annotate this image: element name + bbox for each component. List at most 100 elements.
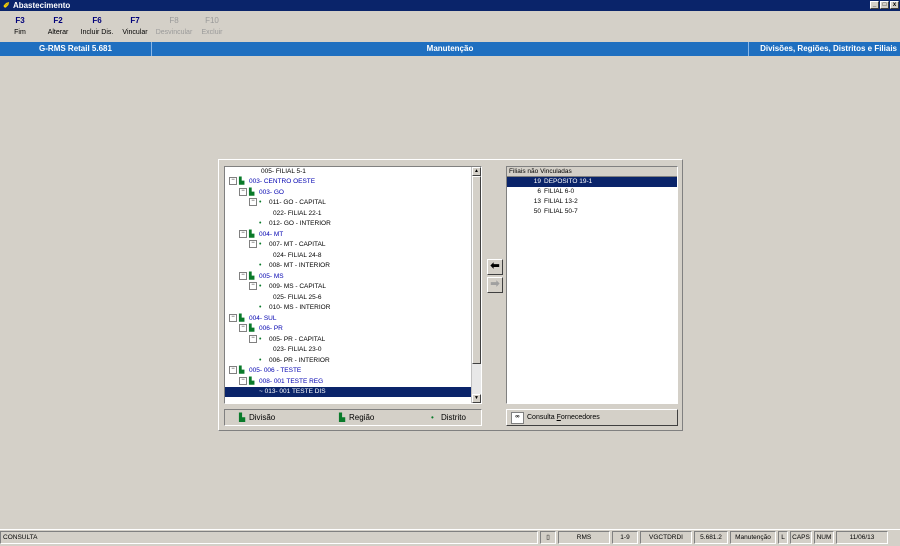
hierarchy-panel: 005- FILIAL 5-1 − ▙ 003- CENTRO OESTE − ▙ 00…	[218, 159, 683, 431]
division-icon: ▙	[239, 367, 245, 374]
list-header: Filiais não Vinculadas	[507, 167, 677, 177]
region-icon: ▙	[249, 325, 255, 332]
function-key-toolbar: F3 Fim F2 Alterar F6 Incluir Dis. F7 Vincula…	[0, 12, 900, 43]
division-icon: ▙	[239, 178, 245, 185]
tree-node[interactable]: − • 009- MS - CAPITAL	[249, 282, 326, 292]
tree-node[interactable]: − ▙ 004- MT	[239, 230, 283, 240]
tree-node[interactable]: − ▙ 005- MS	[239, 272, 284, 282]
status-caps: CAPS	[790, 531, 812, 544]
district-icon: •	[259, 283, 262, 290]
region-icon: ▙	[249, 273, 255, 280]
district-icon: •	[259, 220, 262, 227]
collapse-icon[interactable]: −	[249, 240, 257, 249]
module-header-bar: G-RMS Retail 5.681 Manutenção Divisões, …	[0, 42, 900, 56]
unlinked-branches-list[interactable]: Filiais não Vinculadas 19 DEPOSITO 19-1 6…	[506, 166, 678, 404]
district-icon: •	[259, 199, 262, 206]
consulta-fornecedores-button[interactable]: ∞ Consulta Fornecedores	[506, 409, 678, 426]
list-item[interactable]: 13 FILIAL 13-2	[507, 197, 677, 207]
region-icon: ▙	[249, 189, 255, 196]
collapse-icon[interactable]: −	[239, 377, 247, 386]
collapse-icon[interactable]: −	[249, 198, 257, 207]
divisao-button[interactable]: ▙ Divisão	[239, 412, 275, 423]
distrito-button[interactable]: • Distrito	[431, 412, 466, 423]
tree-node[interactable]: − • 007- MT - CAPITAL	[249, 240, 325, 250]
status-date: 11/06/13	[836, 531, 888, 544]
collapse-icon[interactable]: −	[249, 282, 257, 291]
fim-button[interactable]: F3 Fim	[0, 16, 40, 36]
collapse-icon[interactable]: −	[239, 188, 247, 197]
scroll-up-arrow[interactable]: ▲	[472, 167, 481, 176]
division-icon: ▙	[239, 315, 245, 322]
tree-node[interactable]: • 006- PR - INTERIOR	[259, 356, 330, 366]
district-icon: •	[259, 357, 262, 364]
status-system: RMS	[558, 531, 610, 544]
collapse-icon[interactable]: −	[239, 324, 247, 333]
move-right-arrow-button[interactable]: ➡	[487, 277, 503, 293]
move-left-arrow-button[interactable]: ⬅	[487, 259, 503, 275]
tree-vertical-scrollbar[interactable]: ▲ ▼	[471, 167, 481, 403]
collapse-icon[interactable]: −	[239, 272, 247, 281]
status-screen-mode: Manutenção	[730, 531, 776, 544]
district-icon: •	[259, 241, 262, 248]
tree-node[interactable]: • 012- GO - INTERIOR	[259, 219, 331, 229]
status-num: NUM	[814, 531, 834, 544]
tree-node[interactable]: 025- FILIAL 25-6	[273, 293, 322, 303]
desvincular-button[interactable]: F8 Desvincular	[154, 16, 194, 36]
mode-label: Manutenção	[151, 42, 748, 56]
node-type-legend: ▙ Divisão ▙ Região • Distrito	[224, 409, 482, 426]
district-icon: •	[259, 336, 262, 343]
collapse-icon[interactable]: −	[239, 230, 247, 239]
tree-node[interactable]: 022- FILIAL 22-1	[273, 209, 322, 219]
region-icon: ▙	[249, 378, 255, 385]
tree-node[interactable]: • 010- MS - INTERIOR	[259, 303, 330, 313]
tree-node[interactable]: − • 011- GO - CAPITAL	[249, 198, 326, 208]
app-version-label: G-RMS Retail 5.681	[39, 44, 112, 53]
excluir-button[interactable]: F10 Excluir	[192, 16, 232, 36]
tree-node[interactable]: − ▙ 003- CENTRO OESTE	[229, 177, 315, 187]
list-item[interactable]: 6 FILIAL 6-0	[507, 187, 677, 197]
status-program: VGCTDRDI	[640, 531, 692, 544]
collapse-icon[interactable]: −	[249, 335, 257, 344]
arrow-right-icon: ➡	[490, 278, 500, 290]
arrow-left-icon: ⬅	[490, 260, 500, 272]
tree-node[interactable]: 024- FILIAL 24-8	[273, 251, 322, 261]
tree-node-selected[interactable]: ~ 013- 001 TESTE DIS	[225, 387, 475, 397]
tree-node[interactable]: − ▙ 004- SUL	[229, 314, 276, 324]
list-item[interactable]: 50 FILIAL 50-7	[507, 207, 677, 217]
region-icon: ▙	[339, 413, 346, 422]
scroll-down-arrow[interactable]: ▼	[472, 394, 481, 403]
screen-title: Divisões, Regiões, Distritos e Filiais	[748, 42, 900, 56]
regiao-button[interactable]: ▙ Região	[339, 412, 374, 423]
district-icon: •	[259, 262, 262, 269]
status-range: 1-9	[612, 531, 638, 544]
scroll-thumb[interactable]	[472, 176, 481, 364]
tree-node[interactable]: − ▙ 006- PR	[239, 324, 283, 334]
status-bar: CONSULTA ▯ RMS 1-9 VGCTDRDI 5.681.2 Manu…	[0, 529, 900, 545]
close-button[interactable]: x	[890, 1, 899, 9]
alterar-button[interactable]: F2 Alterar	[38, 16, 78, 36]
tree-node[interactable]: • 008- MT - INTERIOR	[259, 261, 330, 271]
window-title-bar: ✐ Abastecimento _ □ x	[0, 0, 900, 11]
collapse-icon[interactable]: −	[229, 366, 237, 375]
hierarchy-tree[interactable]: 005- FILIAL 5-1 − ▙ 003- CENTRO OESTE − ▙ 00…	[224, 166, 482, 404]
app-pen-icon: ✐	[3, 1, 10, 10]
district-icon: •	[431, 413, 434, 422]
collapse-icon[interactable]: −	[229, 314, 237, 323]
binoculars-icon: ∞	[511, 412, 524, 424]
incluir-dis-button[interactable]: F6 Incluir Dis.	[77, 16, 117, 36]
tree-node[interactable]: − ▙ 005- 006 - TESTE	[229, 366, 301, 376]
tree-node[interactable]: 023- FILIAL 23-0	[273, 345, 322, 355]
vincular-button[interactable]: F7 Vincular	[115, 16, 155, 36]
window-title: Abastecimento	[12, 1, 71, 10]
clipboard-icon: ▯	[540, 531, 556, 544]
status-version: 5.681.2	[694, 531, 728, 544]
tree-node[interactable]: − • 005- PR - CAPITAL	[249, 335, 325, 345]
collapse-icon[interactable]: −	[229, 177, 237, 186]
tree-node[interactable]: − ▙ 008- 001 TESTE REG	[239, 377, 323, 387]
minimize-button[interactable]: _	[870, 1, 879, 9]
list-item[interactable]: 19 DEPOSITO 19-1	[507, 177, 677, 187]
tree-node[interactable]: − ▙ 003- GO	[239, 188, 284, 198]
tree-node[interactable]: 005- FILIAL 5-1	[261, 167, 306, 177]
maximize-button[interactable]: □	[880, 1, 889, 9]
region-icon: ▙	[249, 231, 255, 238]
